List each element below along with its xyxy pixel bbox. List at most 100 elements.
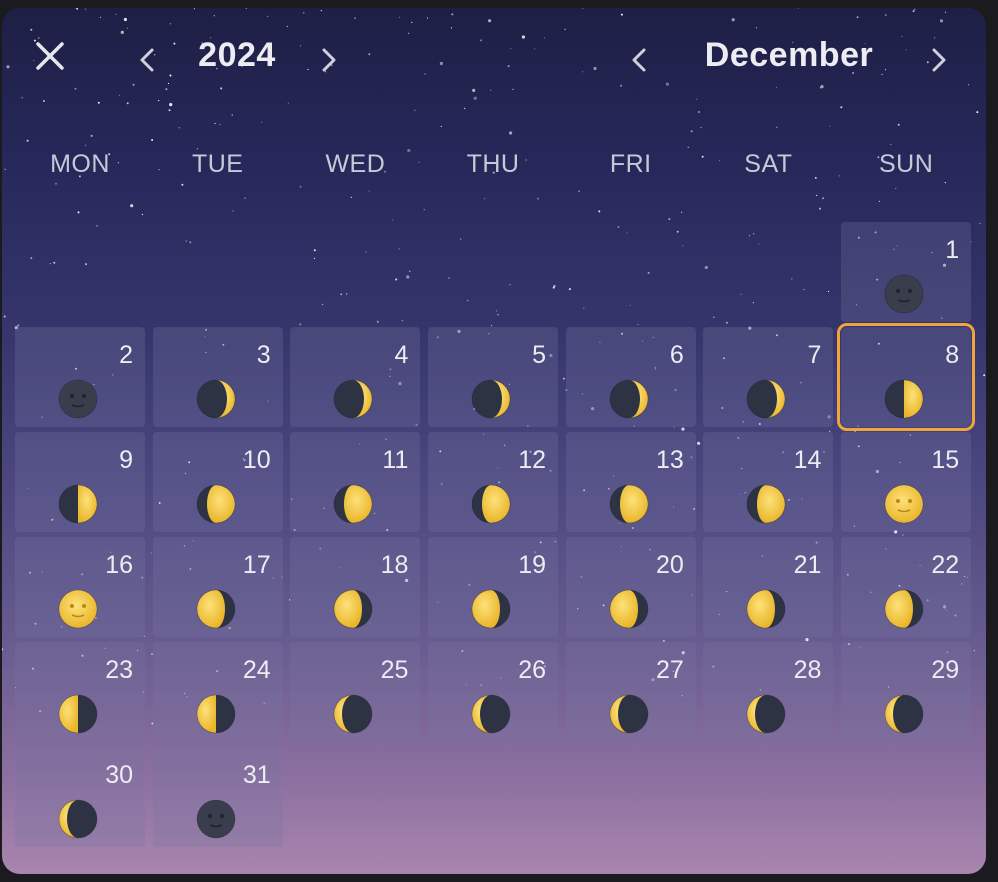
day-number: 5	[532, 341, 547, 369]
weekday-label: MON	[50, 150, 110, 178]
day-number: 30	[105, 761, 133, 789]
waxing-crescent-icon	[609, 379, 649, 419]
day-cell[interactable]: 10	[152, 432, 283, 532]
day-number: 12	[518, 446, 547, 474]
waning-gibbous-icon	[471, 589, 511, 629]
day-number: 16	[105, 551, 133, 579]
day-cell[interactable]: 12	[428, 432, 559, 532]
month-label: December	[704, 36, 874, 74]
day-cell[interactable]: 11	[290, 432, 421, 532]
day-cell[interactable]: 20	[565, 537, 696, 637]
day-cell[interactable]: 16	[15, 537, 145, 637]
chevron-left-icon	[140, 48, 154, 72]
day-cell[interactable]: 18	[290, 537, 421, 637]
day-number: 1	[945, 236, 960, 264]
day-cell[interactable]: 7	[703, 327, 834, 427]
last-quarter-icon	[58, 694, 98, 734]
day-number: 13	[655, 446, 684, 474]
previous-month-button[interactable]	[622, 38, 656, 82]
day-cell[interactable]: 31	[152, 747, 283, 847]
weekday-label: TUE	[191, 150, 244, 178]
waxing-crescent-icon	[196, 379, 236, 419]
day-cell[interactable]: 25	[290, 642, 421, 742]
day-number: 15	[931, 446, 960, 474]
waning-crescent-icon	[471, 694, 511, 734]
waxing-crescent-icon	[471, 379, 511, 419]
waxing-gibbous-icon	[746, 484, 786, 524]
day-cell[interactable]: 4	[290, 327, 421, 427]
day-cell[interactable]: 21	[703, 537, 834, 637]
day-number: 29	[931, 656, 960, 684]
calendar-header: 2024 December	[2, 8, 986, 100]
day-number: 7	[807, 341, 822, 369]
day-cell[interactable]: 15	[841, 432, 972, 532]
waning-crescent-icon	[884, 694, 924, 734]
day-cell[interactable]: 3	[152, 327, 283, 427]
day-number: 14	[793, 446, 822, 474]
waxing-gibbous-icon	[471, 484, 511, 524]
day-number: 19	[518, 551, 547, 579]
next-month-button[interactable]	[922, 38, 956, 82]
day-number: 20	[655, 551, 684, 579]
first-quarter-icon	[884, 379, 924, 419]
weekday-label: FRI	[609, 150, 652, 178]
empty-day-slot	[290, 222, 420, 322]
day-number: 9	[119, 446, 133, 474]
day-cell[interactable]: 13	[565, 432, 696, 532]
day-cell[interactable]: 5	[428, 327, 559, 427]
day-cell[interactable]: 29	[841, 642, 972, 742]
weekday-label: WED	[325, 150, 386, 178]
day-number: 22	[931, 551, 960, 579]
empty-day-slot	[428, 222, 558, 322]
waning-crescent-icon	[333, 694, 373, 734]
selected-day-cell[interactable]: 8	[837, 323, 976, 431]
day-cell[interactable]: 26	[428, 642, 559, 742]
day-number: 3	[256, 341, 271, 369]
day-cell[interactable]: 24	[152, 642, 283, 742]
day-number: 24	[242, 656, 271, 684]
previous-year-button[interactable]	[130, 38, 164, 82]
day-number: 2	[119, 341, 133, 369]
day-cell[interactable]: 6	[565, 327, 696, 427]
day-number: 31	[242, 761, 271, 789]
day-cell[interactable]: 19	[428, 537, 559, 637]
day-cell[interactable]: 27	[565, 642, 696, 742]
day-number: 25	[380, 656, 409, 684]
day-cell[interactable]: 22	[841, 537, 972, 637]
waxing-crescent-icon	[746, 379, 786, 419]
calendar-day-grid: 1 2 3 4 5 6 7 8 9 10 11 12 13 14 15 16 17 18 19 20 21 22 23 24 2…	[15, 222, 976, 847]
chevron-left-icon	[632, 48, 646, 72]
close-button[interactable]	[28, 34, 72, 78]
day-cell[interactable]: 17	[152, 537, 283, 637]
day-cell[interactable]: 23	[15, 642, 145, 742]
day-number: 27	[655, 656, 684, 684]
waning-gibbous-icon	[333, 589, 373, 629]
day-number: 11	[382, 446, 409, 474]
day-cell[interactable]: 9	[15, 432, 145, 532]
day-number: 18	[380, 551, 409, 579]
day-cell[interactable]: 2	[15, 327, 145, 427]
day-cell[interactable]: 30	[15, 747, 145, 847]
empty-day-slot	[15, 222, 145, 322]
waxing-crescent-icon	[333, 379, 373, 419]
empty-day-slot	[566, 222, 696, 322]
empty-day-slot	[153, 222, 283, 322]
full-moon-icon	[58, 589, 98, 629]
day-number: 6	[669, 341, 684, 369]
waxing-gibbous-icon	[196, 484, 236, 524]
weekday-label: THU	[466, 150, 520, 178]
weekday-label: SUN	[878, 150, 934, 178]
day-cell[interactable]: 14	[703, 432, 834, 532]
day-number: 4	[394, 341, 409, 369]
next-year-button[interactable]	[312, 38, 346, 82]
day-number: 21	[793, 551, 822, 579]
first-quarter-icon	[58, 484, 98, 524]
waning-crescent-icon	[746, 694, 786, 734]
day-cell[interactable]: 1	[841, 222, 972, 322]
waning-crescent-icon	[609, 694, 649, 734]
waxing-gibbous-icon	[333, 484, 373, 524]
weekday-label: SAT	[744, 150, 793, 178]
day-number: 17	[242, 551, 271, 579]
day-cell[interactable]: 28	[703, 642, 834, 742]
new-moon-icon	[196, 799, 236, 839]
